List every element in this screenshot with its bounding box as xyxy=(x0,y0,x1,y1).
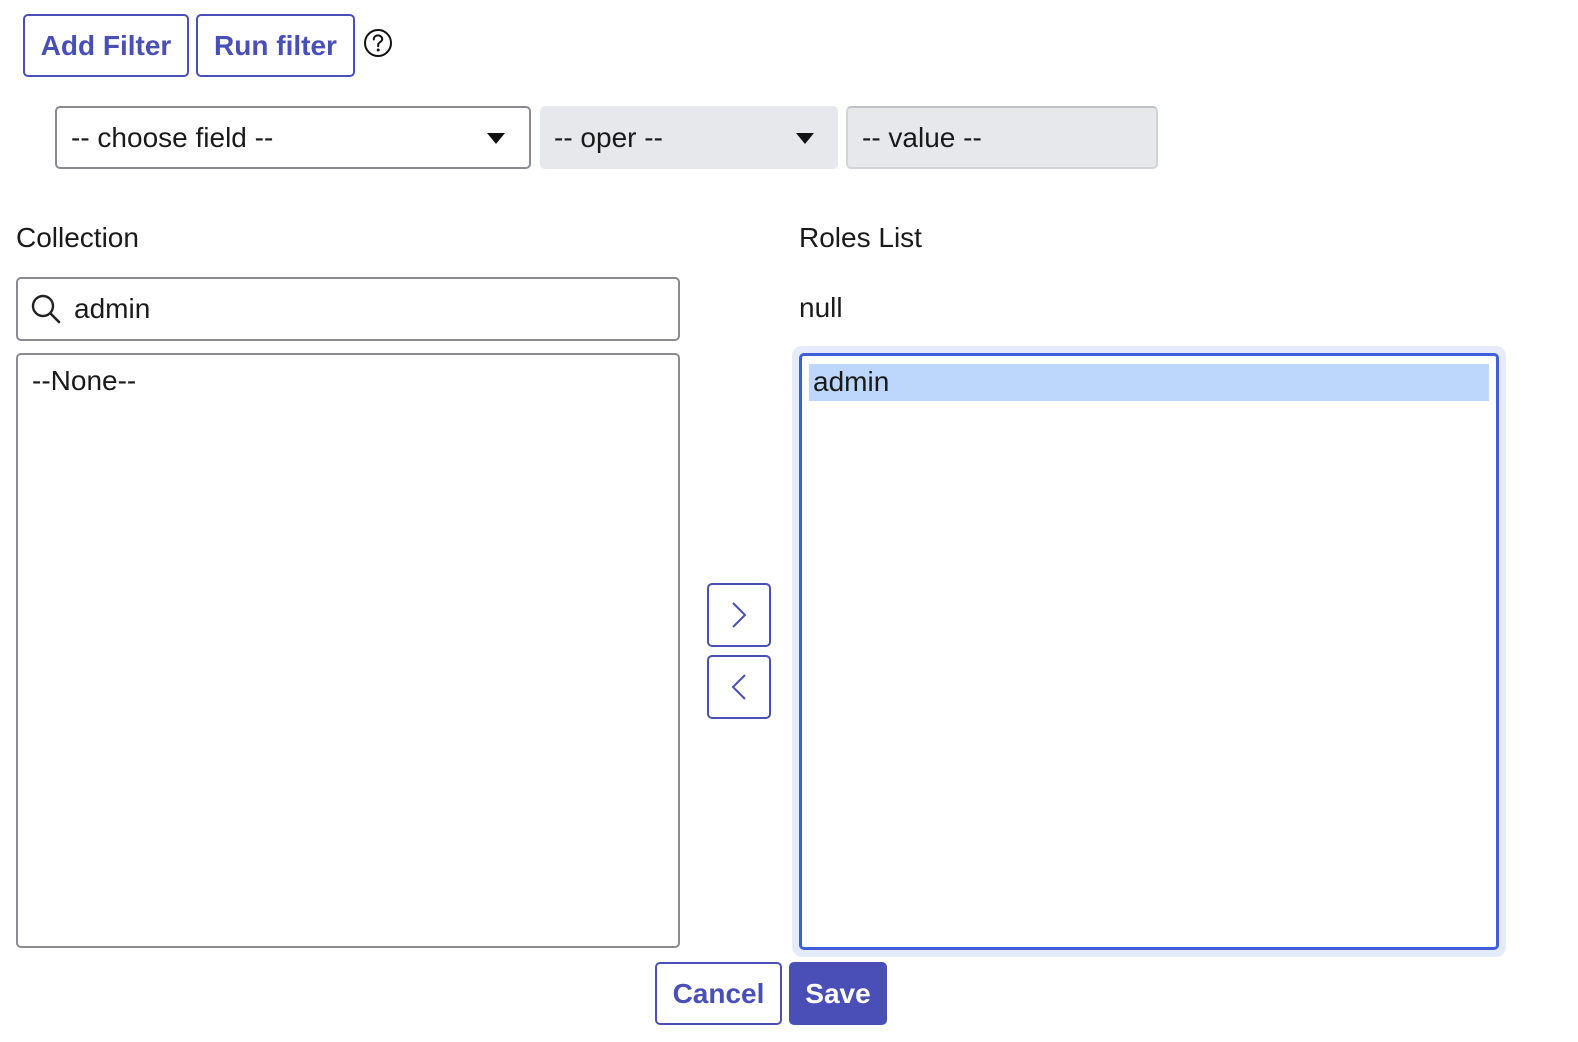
collection-label: Collection xyxy=(16,222,139,253)
chevron-right-icon xyxy=(732,602,747,628)
remove-from-list-button[interactable] xyxy=(707,655,771,719)
caret-down-icon xyxy=(796,132,814,144)
roles-list-label: Roles List xyxy=(799,222,922,253)
roles-option-selected[interactable]: admin xyxy=(809,364,1489,401)
collection-listbox[interactable]: --None-- xyxy=(16,353,680,948)
operator-select[interactable]: -- oper -- xyxy=(540,106,838,169)
collection-search[interactable] xyxy=(16,277,680,341)
chevron-left-icon xyxy=(731,674,746,700)
cancel-button[interactable]: Cancel xyxy=(655,962,782,1025)
operator-select-value: -- oper -- xyxy=(554,121,663,153)
run-filter-button[interactable]: Run filter xyxy=(196,14,355,77)
field-select-value: -- choose field -- xyxy=(71,121,274,153)
add-filter-button[interactable]: Add Filter xyxy=(23,14,189,77)
value-input-placeholder: -- value -- xyxy=(862,121,982,153)
search-input[interactable] xyxy=(74,287,664,331)
add-to-list-button[interactable] xyxy=(707,583,771,647)
roles-listbox[interactable]: admin xyxy=(799,353,1499,950)
search-icon xyxy=(31,294,61,324)
save-button[interactable]: Save xyxy=(789,962,887,1025)
value-input[interactable]: -- value -- xyxy=(846,106,1158,169)
field-select[interactable]: -- choose field -- xyxy=(55,106,531,169)
caret-down-icon xyxy=(487,132,505,144)
collection-option[interactable]: --None-- xyxy=(28,363,668,399)
roles-list-subtitle: null xyxy=(799,292,843,323)
question-circle-icon[interactable] xyxy=(363,28,393,58)
